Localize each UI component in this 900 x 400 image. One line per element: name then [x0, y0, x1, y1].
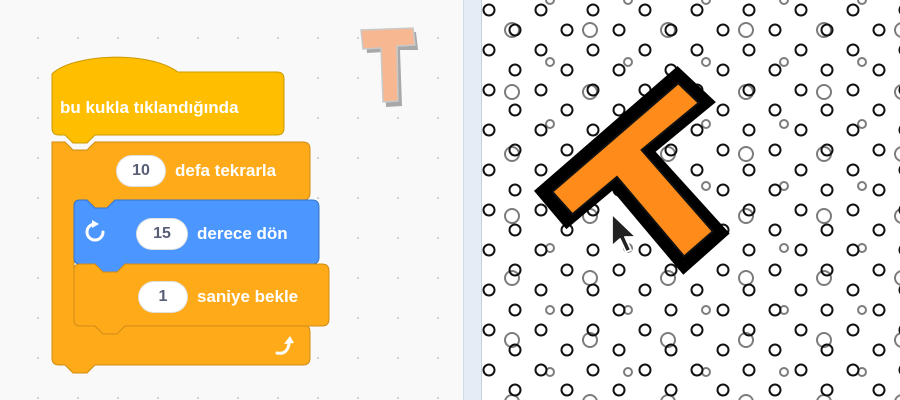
rotate-right-icon [85, 220, 105, 242]
sprite-thumbnail[interactable] [356, 24, 426, 114]
scratch-editor: bu kukla tıklandığında 10 defa tekrarla … [0, 0, 900, 400]
loop-arrow-icon [275, 336, 294, 355]
turn-block-label: derece dön [197, 224, 288, 243]
hat-block-label: bu kukla tıklandığında [60, 98, 239, 117]
code-area[interactable]: bu kukla tıklandığında 10 defa tekrarla … [0, 0, 463, 400]
letter-t-sprite-icon [360, 27, 418, 107]
stage-canvas [482, 0, 900, 400]
turn-degrees-input[interactable]: 15 [136, 218, 188, 250]
pane-divider[interactable] [463, 0, 482, 400]
stage[interactable] [482, 0, 900, 400]
wait-block-label: saniye bekle [197, 287, 299, 306]
repeat-block-label: defa tekrarla [175, 161, 277, 180]
wait-seconds-input[interactable]: 1 [138, 281, 188, 313]
repeat-count-input[interactable]: 10 [116, 155, 166, 187]
